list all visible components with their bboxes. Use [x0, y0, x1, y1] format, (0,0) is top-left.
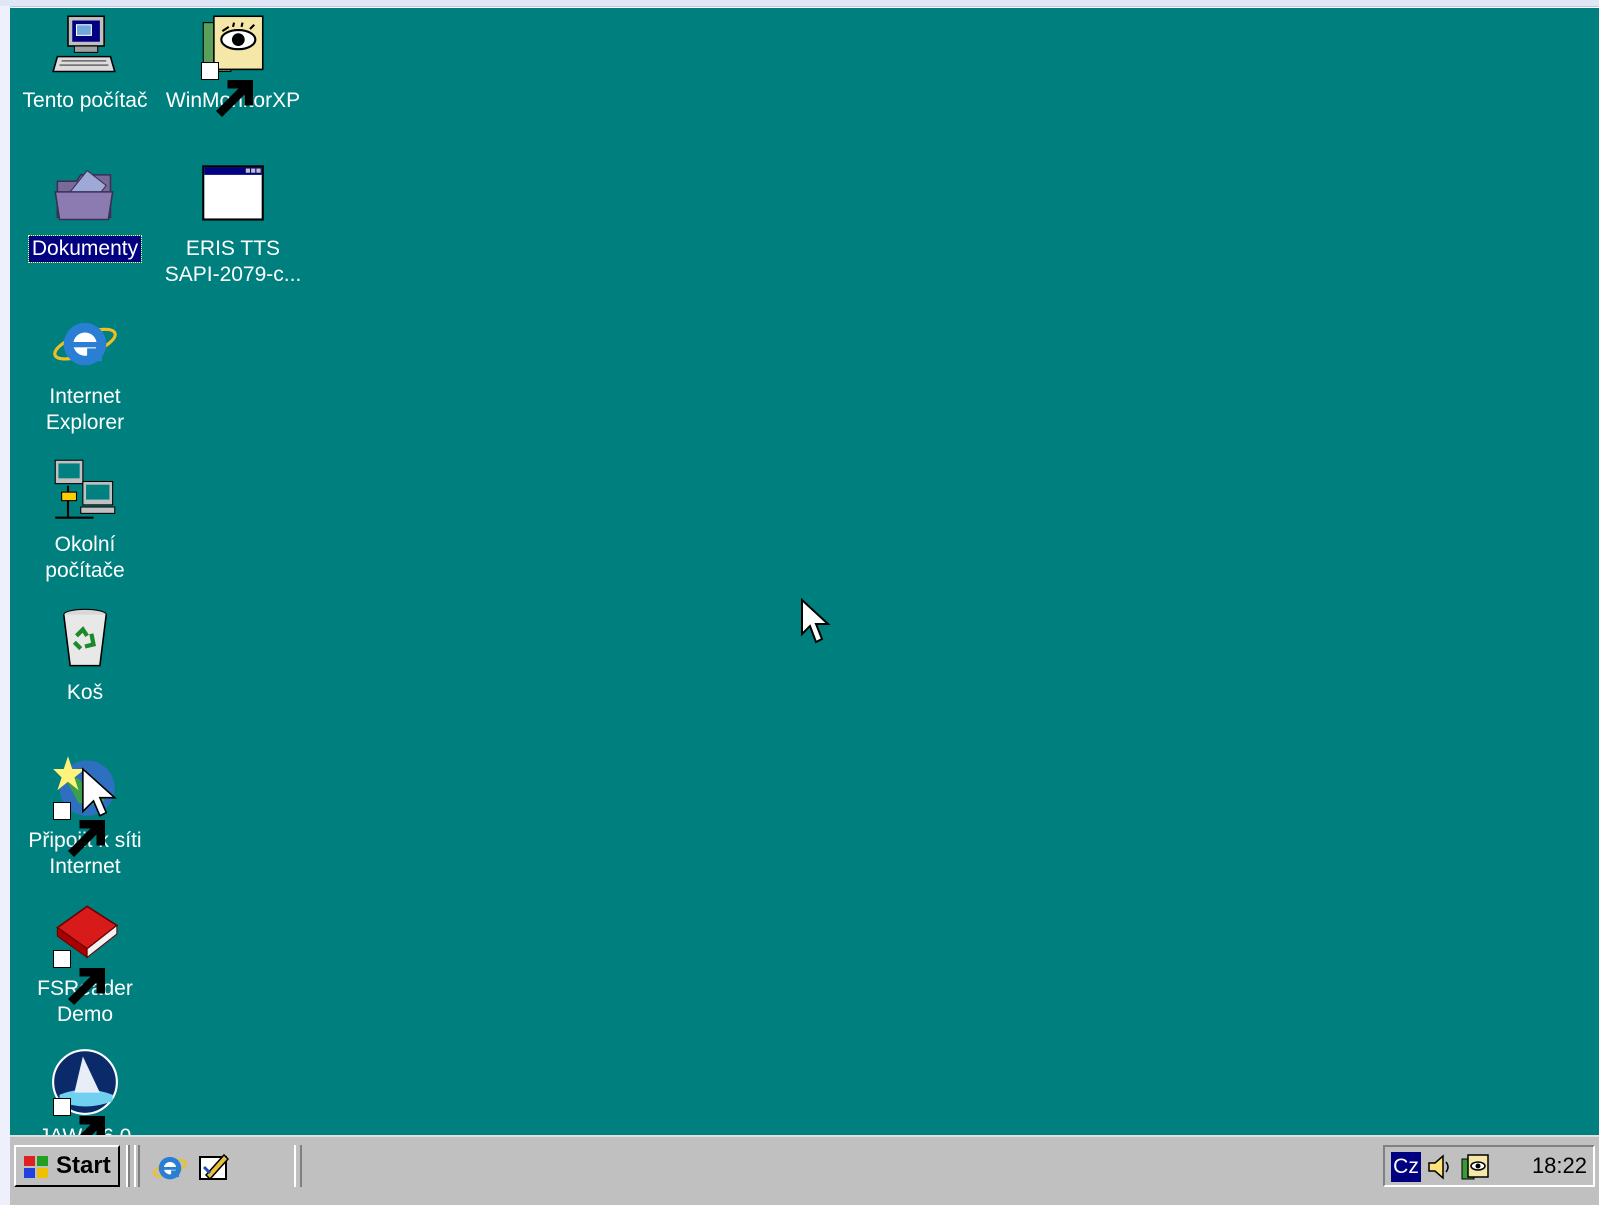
system-tray: Cz 18:22	[1383, 1145, 1595, 1187]
desktop-icon-fsreader-demo[interactable]: FSReader Demo	[10, 900, 160, 1028]
mouse-cursor-icon	[801, 598, 831, 644]
internet-explorer-icon	[51, 308, 119, 376]
windows-logo-icon	[24, 1156, 48, 1178]
language-indicator[interactable]: Cz	[1391, 1152, 1421, 1182]
my-computer-icon	[51, 12, 119, 80]
start-button[interactable]: Start	[14, 1145, 120, 1187]
scheduler-icon[interactable]	[1459, 1151, 1491, 1183]
desktop-icon-label: ERIS TTS SAPI-2079-c...	[164, 237, 302, 286]
window-frame-top	[0, 0, 1599, 7]
application-window-icon	[199, 160, 267, 228]
volume-speaker-icon[interactable]	[1425, 1151, 1457, 1183]
desktop[interactable]: Tento počítač WinMonitorXP Dokumenty ERI…	[10, 8, 1599, 1160]
desktop-icon-label: Tento počítač	[22, 89, 148, 112]
taskbar: Start Cz 18:22	[10, 1135, 1599, 1205]
folder-documents-icon	[51, 160, 119, 228]
desktop-icon-recycle-bin[interactable]: Koš	[10, 604, 160, 706]
quick-launch-internet-explorer[interactable]	[152, 1149, 188, 1185]
desktop-icon-internet-explorer[interactable]: Internet Explorer	[10, 308, 160, 436]
desktop-icon-eris-tts[interactable]: ERIS TTS SAPI-2079-c...	[158, 160, 308, 288]
network-neighborhood-icon	[51, 456, 119, 524]
desktop-icon-label: Dokumenty	[27, 235, 143, 263]
quick-launch-handle[interactable]	[134, 1145, 140, 1187]
start-label: Start	[56, 1152, 111, 1179]
jaws-shark-icon	[51, 1048, 119, 1154]
recycle-bin-icon	[51, 604, 119, 672]
show-desktop-icon	[199, 1153, 230, 1181]
quick-launch-show-desktop[interactable]	[196, 1149, 232, 1185]
desktop-icon-winmonitorxp[interactable]: WinMonitorXP	[158, 12, 308, 118]
desktop-icon-internet-connection[interactable]: Připojit k síti Internet	[10, 752, 160, 880]
shortcut-arrow-icon	[53, 950, 105, 1006]
desktop-icon-network-neighborhood[interactable]: Okolní počítače	[10, 456, 160, 584]
internet-connection-wizard-icon	[51, 752, 119, 858]
taskbar-separator	[126, 1145, 130, 1187]
shortcut-arrow-icon	[53, 1098, 105, 1154]
taskbar-separator	[294, 1145, 302, 1187]
eye-viewer-icon	[199, 12, 267, 118]
internet-explorer-icon	[152, 1156, 188, 1180]
red-book-icon	[51, 900, 119, 1006]
desktop-icon-documents[interactable]: Dokumenty	[10, 160, 160, 263]
desktop-icon-my-computer[interactable]: Tento počítač	[10, 12, 160, 114]
shortcut-arrow-icon	[53, 802, 105, 858]
shortcut-arrow-icon	[201, 62, 253, 118]
desktop-icon-label: Internet Explorer	[45, 385, 125, 434]
desktop-icon-label: Okolní počítače	[45, 533, 125, 582]
desktop-icon-label: Koš	[66, 681, 104, 704]
clock[interactable]: 18:22	[1532, 1147, 1587, 1185]
